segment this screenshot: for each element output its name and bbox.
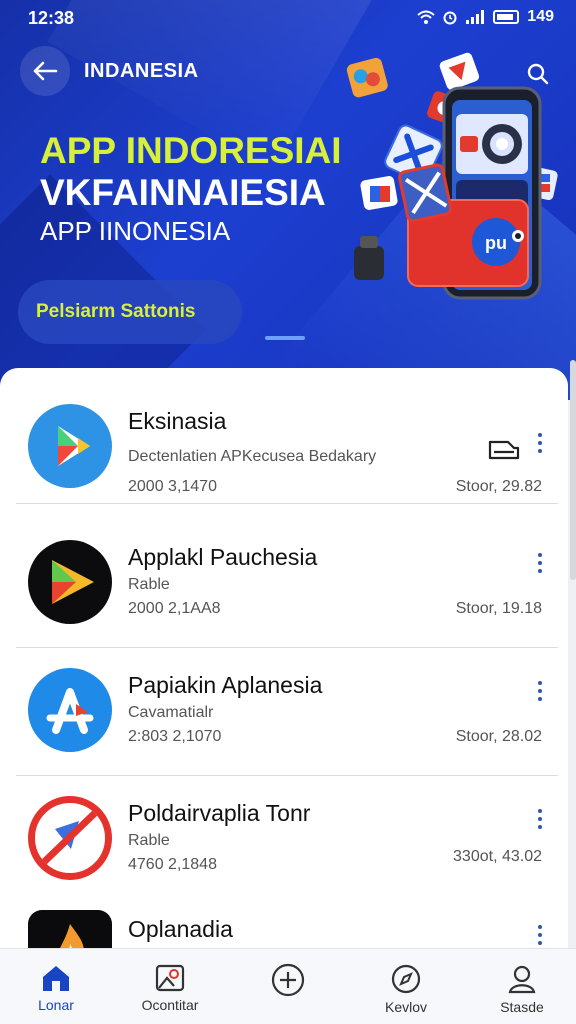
app-size: Stoor, 19.18 (455, 600, 542, 617)
home-icon (43, 966, 69, 991)
flame-app-icon (28, 910, 112, 950)
hero-headline-secondary: VKFAINNAIESIA (40, 172, 326, 213)
phone-illustration: pu (346, 52, 558, 300)
scrollbar[interactable] (570, 360, 576, 580)
carousel-indicator[interactable] (265, 336, 305, 340)
list-item[interactable]: Papiakin Aplanesia Cavamatialr 2:803 2,1… (0, 648, 568, 776)
app-description: Rable (128, 576, 170, 593)
app-store-icon (28, 668, 112, 752)
play-store-icon (28, 404, 112, 488)
alarm-icon (443, 11, 457, 25)
more-options-button[interactable] (528, 548, 552, 578)
more-options-button[interactable] (528, 676, 552, 706)
battery-level: 149 (527, 8, 554, 25)
blocked-app-icon (28, 796, 112, 880)
app-name: Applakl Pauchesia (128, 544, 318, 570)
printer-icon[interactable] (484, 428, 524, 468)
app-size: 330ot, 43.02 (453, 848, 542, 865)
app-name: Poldairvaplia Tonr (128, 800, 311, 826)
app-date: 2:803 2,1070 (128, 728, 222, 745)
list-item[interactable]: Oplanadia (0, 904, 568, 950)
nav-label: Ocontitar (141, 997, 199, 1013)
compass-icon (391, 964, 421, 994)
nav-label: Stasde (500, 999, 544, 1015)
add-icon (271, 963, 305, 997)
nav-item-home[interactable]: Lonar (6, 949, 106, 1024)
nav-item-add[interactable] (238, 949, 338, 1024)
nav-item-explore[interactable]: Kevlov (356, 949, 456, 1024)
back-button[interactable] (20, 46, 70, 96)
hero-subtitle: APP IINONESIA (40, 216, 231, 246)
app-name: Oplanadia (128, 916, 233, 942)
list-item[interactable]: Poldairvaplia Tonr Rable 4760 2,1848 330… (0, 776, 568, 904)
divider (16, 503, 558, 504)
app-date: 4760 2,1848 (128, 856, 217, 873)
nav-label: Lonar (38, 997, 74, 1013)
battery-icon (493, 10, 520, 24)
app-size: Stoor, 29.82 (455, 478, 542, 495)
app-description: Rable (128, 832, 170, 849)
app-name: Eksinasia (128, 408, 227, 434)
hero-cta-button[interactable]: Pelsiarm Sattonis (18, 280, 242, 344)
image-icon (155, 964, 185, 992)
app-list: Eksinasia Dectenlatien APKecusea Bedakar… (0, 368, 568, 950)
illustration-badge-text: pu (485, 233, 507, 253)
more-options-button[interactable] (528, 804, 552, 834)
play-store-dark-icon (28, 540, 112, 624)
app-size: Stoor, 28.02 (455, 728, 542, 745)
profile-icon (508, 965, 536, 994)
status-bar: 12:38 149 (0, 0, 576, 36)
app-description: Cavamatialr (128, 704, 214, 721)
app-date: 2000 3,1470 (128, 478, 217, 495)
list-item[interactable]: Applakl Pauchesia Rable 2000 2,1AA8 Stoo… (0, 520, 568, 648)
app-name: Papiakin Aplanesia (128, 672, 323, 698)
app-date: 2000 2,1AA8 (128, 600, 221, 617)
nav-label: Kevlov (384, 999, 428, 1015)
app-description: Dectenlatien APKecusea Bedakary (128, 448, 377, 465)
nav-item-profile[interactable]: Stasde (472, 949, 572, 1024)
status-icons: 149 (417, 8, 554, 26)
status-time: 12:38 (28, 8, 75, 28)
wifi-icon (417, 10, 435, 24)
more-options-button[interactable] (528, 920, 552, 950)
hero-banner: 12:38 149 INDANESIA APP INDORESIAI VKFAI… (0, 0, 576, 400)
bottom-navigation: Lonar Ocontitar Kevlov Stasde (0, 948, 576, 1024)
hero-headline: APP INDORESIAI (40, 130, 342, 171)
signal-icon (466, 10, 485, 24)
arrow-left-icon (33, 61, 58, 81)
list-item[interactable]: Eksinasia Dectenlatien APKecusea Bedakar… (0, 376, 568, 504)
page-title: INDANESIA (84, 60, 199, 82)
more-options-button[interactable] (528, 428, 552, 458)
nav-item-gallery[interactable]: Ocontitar (120, 949, 220, 1024)
